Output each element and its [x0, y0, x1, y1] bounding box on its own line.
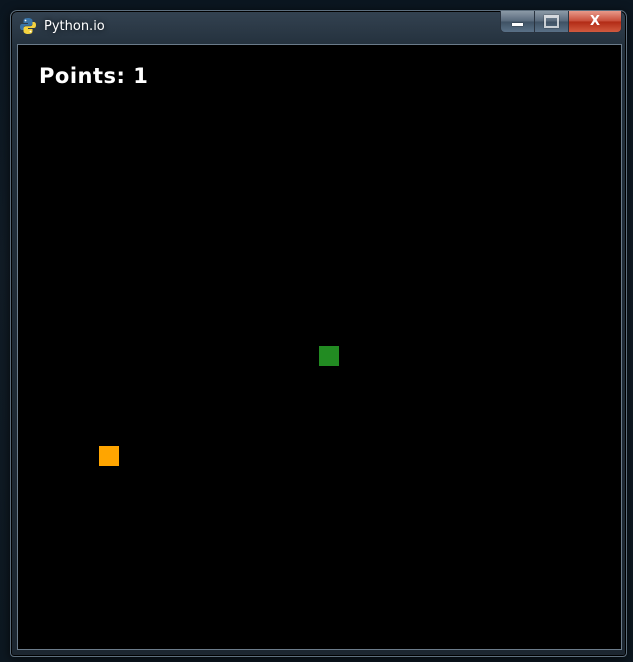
maximize-icon [544, 15, 559, 28]
close-button[interactable]: X [569, 11, 621, 32]
score-label: Points: 1 [39, 64, 149, 88]
food-item [99, 446, 119, 466]
minimize-icon [512, 23, 523, 26]
minimize-button[interactable] [501, 11, 535, 32]
window-controls: X [500, 11, 622, 33]
python-icon [19, 17, 37, 35]
close-icon: X [589, 14, 601, 29]
game-canvas[interactable]: Points: 1 [17, 44, 622, 650]
window-title: Python.io [44, 19, 105, 34]
window-titlebar[interactable]: Python.io X [11, 11, 626, 43]
game-window: Python.io X Points: 1 [10, 10, 627, 657]
snake-head [319, 346, 339, 366]
maximize-button[interactable] [535, 11, 569, 32]
